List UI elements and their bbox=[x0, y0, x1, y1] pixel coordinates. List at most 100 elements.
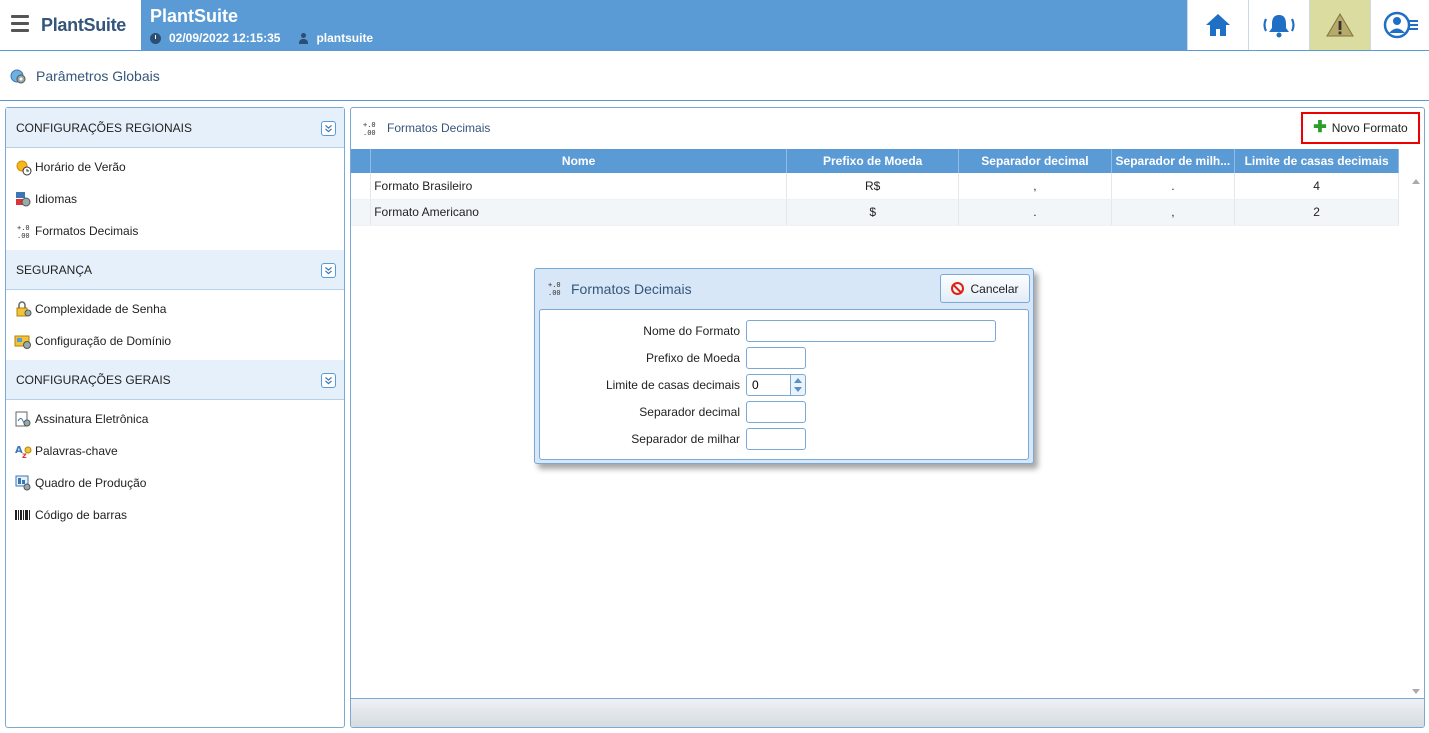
sidebar-item-daylight-saving[interactable]: Horário de Verão bbox=[6, 151, 344, 183]
svg-text:.00: .00 bbox=[363, 129, 376, 136]
column-header-thousands-separator[interactable]: Separador de milh... bbox=[1111, 149, 1236, 173]
barcode-icon bbox=[15, 510, 30, 520]
formats-table: Nome Prefixo de Moeda Separador decimal … bbox=[351, 149, 1399, 226]
page-title: Parâmetros Globais bbox=[36, 68, 160, 84]
scroll-up-icon[interactable] bbox=[1412, 179, 1420, 184]
languages-icon bbox=[16, 192, 31, 207]
sidebar-item-label: Formatos Decimais bbox=[35, 224, 139, 238]
cell-thousands-separator: . bbox=[1111, 173, 1236, 200]
field-currency-prefix: Prefixo de Moeda bbox=[540, 347, 1030, 369]
user-menu-button[interactable] bbox=[1370, 0, 1429, 50]
svg-text:.00: .00 bbox=[17, 232, 30, 240]
table-row[interactable]: Formato Brasileiro R$ , . 4 bbox=[351, 173, 1399, 200]
settings-sidebar: CONFIGURAÇÕES REGIONAIS Horário de Verão… bbox=[5, 107, 345, 728]
sidebar-item-label: Complexidade de Senha bbox=[35, 302, 167, 316]
domain-icon bbox=[14, 335, 31, 349]
sidebar-item-domain-config[interactable]: Configuração de Domínio bbox=[6, 325, 344, 357]
production-board-icon bbox=[15, 475, 31, 491]
header-info: PlantSuite 02/09/2022 12:15:35 plantsuit… bbox=[141, 0, 1311, 50]
format-name-input[interactable] bbox=[746, 320, 996, 342]
cancel-button[interactable]: Cancelar bbox=[940, 274, 1030, 303]
section-general-settings[interactable]: CONFIGURAÇÕES GERAIS bbox=[6, 360, 344, 400]
table-header-row: Nome Prefixo de Moeda Separador decimal … bbox=[351, 149, 1399, 173]
bell-icon bbox=[1263, 15, 1295, 38]
plus-icon: ✚ bbox=[1313, 119, 1327, 136]
field-format-name: Nome do Formato bbox=[540, 320, 1030, 342]
currency-prefix-input[interactable] bbox=[746, 347, 806, 369]
sidebar-item-label: Horário de Verão bbox=[35, 160, 126, 174]
row-selector-header bbox=[351, 149, 372, 173]
sidebar-item-decimal-formats[interactable]: +.0.00 Formatos Decimais bbox=[6, 215, 344, 247]
sidebar-item-label: Configuração de Domínio bbox=[35, 334, 172, 348]
warning-icon bbox=[1326, 13, 1354, 37]
sidebar-item-label: Quadro de Produção bbox=[35, 476, 147, 490]
sidebar-item-barcode[interactable]: Código de barras bbox=[6, 499, 344, 531]
field-thousands-separator: Separador de milhar bbox=[540, 428, 1030, 450]
column-header-decimal-limit[interactable]: Limite de casas decimais bbox=[1234, 149, 1399, 173]
decimal-icon: +.0 .00 bbox=[548, 281, 561, 296]
clock-icon bbox=[150, 32, 161, 44]
session-meta: 02/09/2022 12:15:35 plantsuite bbox=[150, 31, 373, 45]
decimal-format-dialog: +.0 .00 Formatos Decimais Cancelar Nome … bbox=[534, 268, 1034, 464]
table-row[interactable]: Formato Americano $ . , 2 bbox=[351, 199, 1399, 226]
scroll-down-icon[interactable] bbox=[1412, 689, 1420, 694]
panel-header: +.0 .00 Formatos Decimais ✚ Novo Formato bbox=[351, 108, 1424, 148]
new-format-button[interactable]: ✚ Novo Formato bbox=[1301, 112, 1420, 144]
thousands-separator-input[interactable] bbox=[746, 428, 806, 450]
user-icon bbox=[298, 32, 309, 44]
settings-globe-icon bbox=[10, 69, 26, 84]
field-label: Nome do Formato bbox=[643, 324, 740, 338]
sidebar-item-label: Idiomas bbox=[35, 192, 78, 206]
row-selector[interactable] bbox=[351, 199, 372, 226]
home-button[interactable] bbox=[1187, 0, 1248, 50]
home-icon bbox=[1206, 14, 1230, 36]
menu-icon[interactable] bbox=[11, 15, 29, 33]
decimal-limit-spinner[interactable] bbox=[790, 374, 806, 396]
sidebar-item-languages[interactable]: Idiomas bbox=[6, 183, 344, 215]
cancel-icon bbox=[951, 282, 965, 295]
cell-decimal-separator: . bbox=[958, 199, 1112, 226]
svg-text:.00: .00 bbox=[548, 289, 561, 296]
vertical-scrollbar[interactable] bbox=[1409, 174, 1423, 699]
sidebar-item-keywords[interactable]: Az Palavras-chave bbox=[6, 435, 344, 467]
sidebar-item-label: Assinatura Eletrônica bbox=[35, 412, 149, 426]
sidebar-item-e-signature[interactable]: Assinatura Eletrônica bbox=[6, 403, 344, 435]
brand-logo: PlantSuite bbox=[41, 15, 127, 35]
brand-area: PlantSuite bbox=[0, 0, 141, 50]
row-selector[interactable] bbox=[351, 173, 372, 200]
column-header-currency-prefix[interactable]: Prefixo de Moeda bbox=[786, 149, 960, 173]
field-decimal-limit: Limite de casas decimais bbox=[540, 374, 1030, 396]
username: plantsuite bbox=[316, 31, 374, 45]
keyword-icon: Az bbox=[15, 445, 32, 460]
new-format-label: Novo Formato bbox=[1331, 121, 1408, 135]
dialog-form: Nome do Formato Prefixo de Moeda Limite … bbox=[539, 309, 1029, 460]
datetime: 02/09/2022 12:15:35 bbox=[169, 31, 281, 45]
cell-name: Formato Brasileiro bbox=[370, 173, 787, 200]
app-title: PlantSuite bbox=[150, 6, 239, 26]
signature-icon bbox=[15, 411, 31, 427]
field-decimal-separator: Separador decimal bbox=[540, 401, 1030, 423]
cell-decimal-limit: 4 bbox=[1234, 173, 1399, 200]
chevron-down-icon[interactable] bbox=[321, 373, 336, 388]
section-label: SEGURANÇA bbox=[16, 263, 93, 277]
sidebar-item-label: Código de barras bbox=[35, 508, 128, 522]
chevron-down-icon[interactable] bbox=[321, 121, 336, 136]
decimal-separator-input[interactable] bbox=[746, 401, 806, 423]
cell-currency-prefix: R$ bbox=[786, 173, 960, 200]
decimal-limit-input[interactable] bbox=[746, 374, 791, 396]
column-header-name[interactable]: Nome bbox=[370, 149, 787, 173]
section-security[interactable]: SEGURANÇA bbox=[6, 250, 344, 290]
svg-text:+.0: +.0 bbox=[17, 224, 30, 232]
spin-up-icon[interactable] bbox=[794, 378, 802, 383]
sidebar-item-password-complexity[interactable]: Complexidade de Senha bbox=[6, 293, 344, 325]
section-regional-settings[interactable]: CONFIGURAÇÕES REGIONAIS bbox=[6, 108, 344, 148]
sidebar-item-production-board[interactable]: Quadro de Produção bbox=[6, 467, 344, 499]
decimal-icon: +.0 .00 bbox=[363, 121, 376, 136]
alerts-button[interactable] bbox=[1309, 0, 1370, 50]
spin-down-icon[interactable] bbox=[794, 387, 802, 392]
notifications-button[interactable] bbox=[1248, 0, 1309, 50]
chevron-down-icon[interactable] bbox=[321, 263, 336, 278]
dialog-title: Formatos Decimais bbox=[571, 281, 692, 297]
lock-icon bbox=[16, 301, 32, 317]
column-header-decimal-separator[interactable]: Separador decimal bbox=[958, 149, 1112, 173]
